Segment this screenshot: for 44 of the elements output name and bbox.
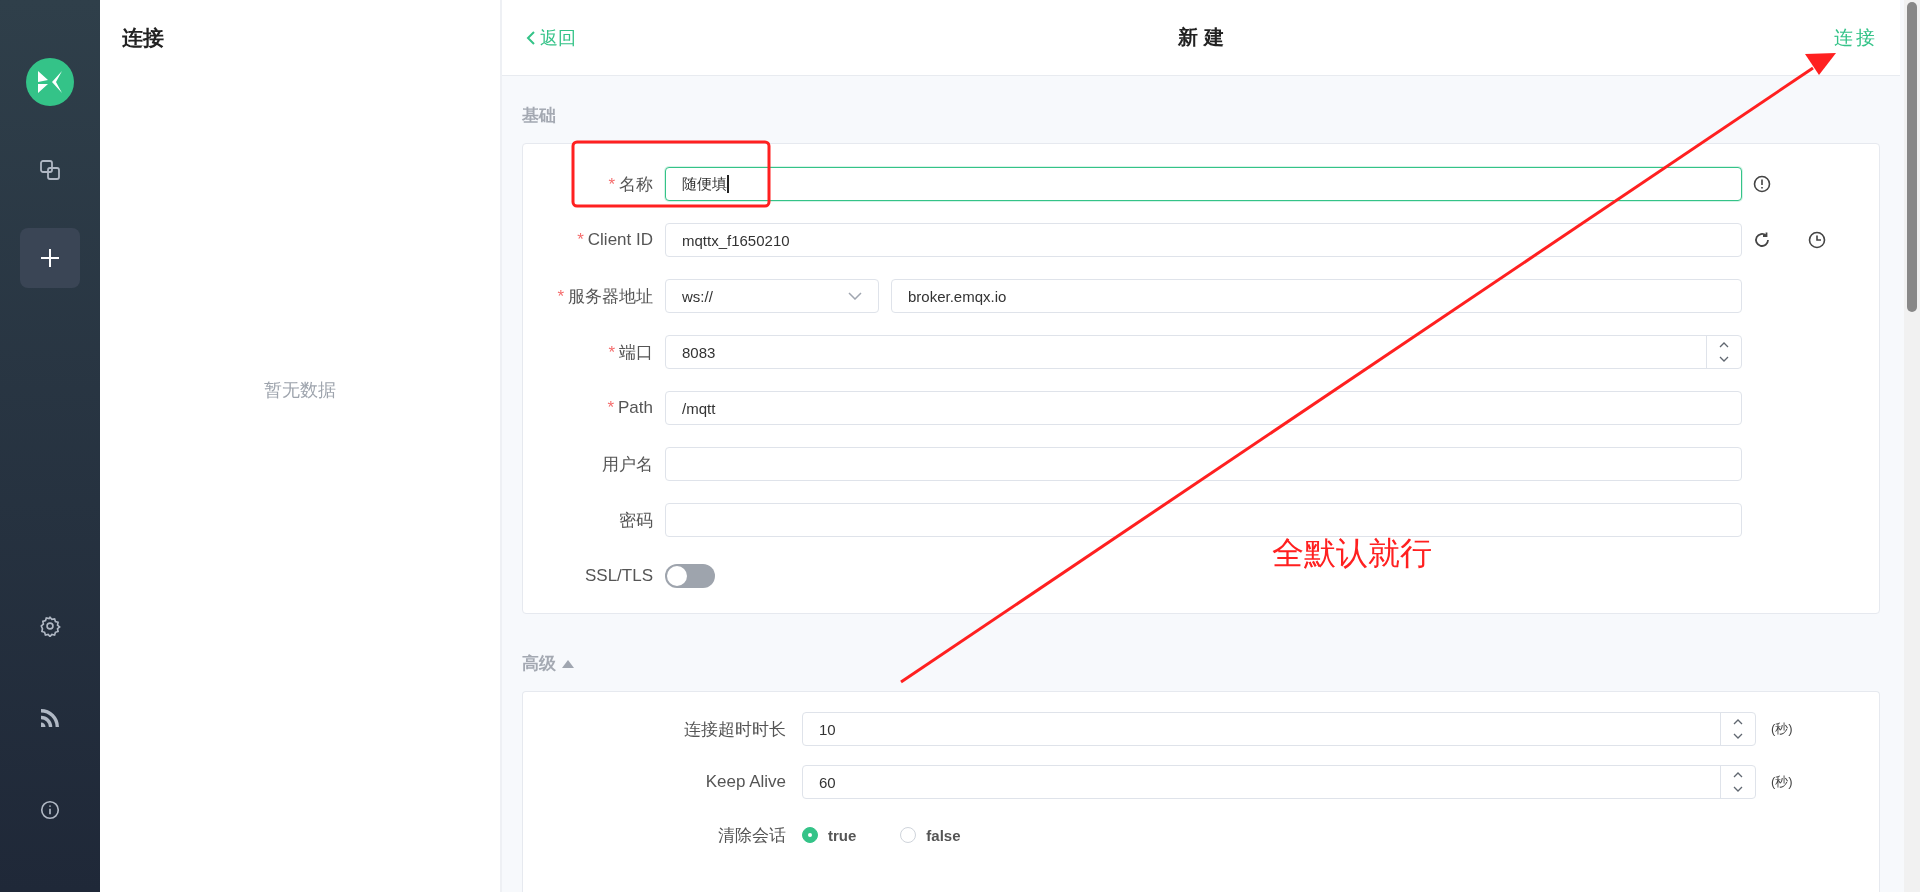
chevron-left-icon xyxy=(526,29,536,46)
number-field[interactable]: 10 xyxy=(802,712,1756,746)
scrollbar[interactable] xyxy=(1904,0,1920,892)
input-field[interactable]: mqttx_f1650210 xyxy=(665,223,1742,257)
number-field[interactable]: 60 xyxy=(802,765,1756,799)
protocol-select[interactable]: ws:// xyxy=(665,279,879,313)
password-field[interactable] xyxy=(665,503,1742,537)
field-label: * Path xyxy=(606,398,653,418)
settings-icon xyxy=(39,615,61,637)
plus-icon xyxy=(38,246,62,270)
info-icon xyxy=(39,799,61,821)
field-label: * 端口 xyxy=(607,341,653,364)
port-field[interactable]: 8083 xyxy=(665,335,1742,369)
annotation-text: 全默认就行 xyxy=(1272,534,1432,573)
radio-option[interactable]: true xyxy=(802,826,857,844)
field-label: 密码 xyxy=(618,509,653,532)
empty-text: 暂无数据 xyxy=(264,379,336,402)
field-label: 清除会话 xyxy=(717,824,786,847)
section-title: 基础 xyxy=(522,105,556,127)
field-label: * Client ID xyxy=(576,230,653,250)
clock-icon[interactable] xyxy=(1808,231,1826,249)
overlapping-squares-icon xyxy=(38,158,62,182)
refresh-icon[interactable] xyxy=(1753,231,1771,249)
field-label: * 服务器地址 xyxy=(556,285,653,308)
page-title: 新 建 xyxy=(1178,25,1224,50)
panel-title: 连接 xyxy=(122,25,164,51)
feed-icon xyxy=(41,709,59,727)
logo-icon xyxy=(26,58,74,106)
collapse-triangle-icon[interactable] xyxy=(562,659,574,668)
radio-option[interactable]: false xyxy=(900,826,961,844)
unit-label: (秒) xyxy=(1771,720,1793,738)
info-icon[interactable] xyxy=(1753,175,1771,193)
input-field[interactable] xyxy=(665,447,1742,481)
field-label: * 名称 xyxy=(607,173,653,196)
unit-label: (秒) xyxy=(1771,773,1793,791)
input-field[interactable]: 随便填 xyxy=(665,167,1742,201)
input-field[interactable]: /mqtt xyxy=(665,391,1742,425)
field-label: 用户名 xyxy=(601,453,653,476)
field-label: 连接超时时长 xyxy=(683,718,786,741)
host-field[interactable]: broker.emqx.io xyxy=(891,279,1742,313)
field-label: SSL/TLS xyxy=(583,566,653,586)
toggle-switch[interactable] xyxy=(665,564,715,588)
chevron-down-icon xyxy=(848,292,862,300)
field-label: Keep Alive xyxy=(704,772,786,792)
